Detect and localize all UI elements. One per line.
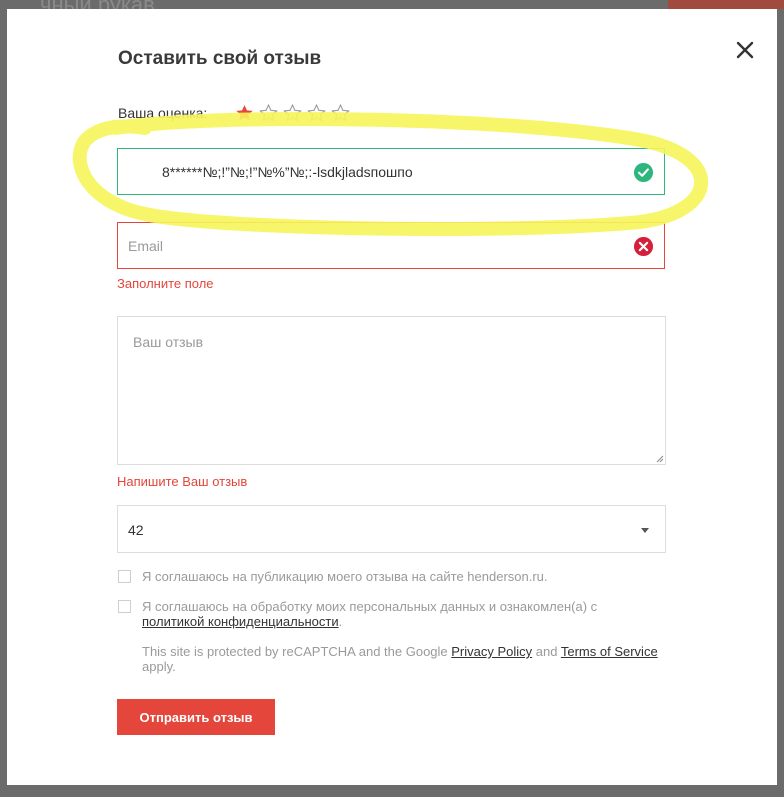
email-field: [117, 222, 665, 269]
error-circle-icon: [633, 236, 654, 257]
rating-label: Ваша оценка:: [118, 105, 208, 121]
chevron-down-icon: [641, 528, 649, 533]
background-button: [668, 0, 784, 9]
check-circle-icon: [633, 162, 654, 183]
star-3-icon[interactable]: [282, 103, 303, 123]
consent-suffix: .: [338, 614, 343, 629]
email-input[interactable]: [118, 223, 664, 268]
rating-stars: [234, 103, 351, 123]
star-1-icon[interactable]: [234, 103, 255, 123]
google-terms-link[interactable]: Terms of Service: [561, 644, 658, 659]
review-error: Напишите Ваш отзыв: [117, 474, 248, 489]
close-icon[interactable]: [734, 39, 756, 61]
review-textarea[interactable]: [118, 317, 665, 464]
size-select-value: 42: [128, 522, 144, 538]
personal-data-consent-label: Я соглашаюсь на обработку моих персональ…: [142, 599, 662, 629]
personal-data-consent-text: Я соглашаюсь на обработку моих персональ…: [142, 599, 598, 614]
size-select[interactable]: 42: [117, 505, 666, 553]
recaptcha-notice: This site is protected by reCAPTCHA and …: [142, 644, 672, 674]
recaptcha-and: and: [532, 644, 561, 659]
recaptcha-text: This site is protected by reCAPTCHA and …: [142, 644, 452, 659]
star-2-icon[interactable]: [258, 103, 279, 123]
name-input[interactable]: [118, 149, 664, 194]
publication-consent-label: Я соглашаюсь на публикацию моего отзыва …: [142, 569, 548, 584]
resize-handle-icon[interactable]: [654, 453, 664, 463]
privacy-policy-link-ru[interactable]: политикой конфиденциальности: [142, 614, 339, 629]
modal-title: Оставить свой отзыв: [118, 48, 322, 69]
star-5-icon[interactable]: [330, 103, 351, 123]
submit-review-button[interactable]: Отправить отзыв: [117, 699, 275, 735]
name-field: [117, 148, 665, 195]
review-field: [117, 316, 666, 465]
publication-consent-checkbox[interactable]: [118, 570, 131, 583]
email-error: Заполните поле: [117, 276, 214, 291]
star-4-icon[interactable]: [306, 103, 327, 123]
personal-data-consent-checkbox[interactable]: [118, 600, 131, 613]
recaptcha-apply: apply.: [142, 659, 176, 674]
google-privacy-policy-link[interactable]: Privacy Policy: [451, 644, 532, 659]
